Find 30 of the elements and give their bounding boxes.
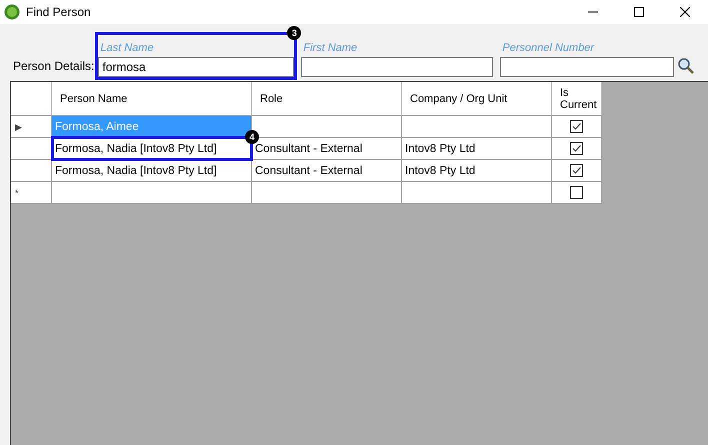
- field-label: Last Name: [100, 42, 155, 54]
- column-header[interactable]: Is Current: [552, 82, 602, 116]
- app-logo-icon: [4, 4, 20, 20]
- step-badge: 3: [287, 26, 302, 40]
- close-icon[interactable]: [680, 7, 690, 17]
- window-title: Find Person: [26, 5, 92, 19]
- table-cell: Intov8 Pty Ltd: [402, 160, 552, 182]
- column-header[interactable]: Role: [252, 82, 402, 116]
- table-cell: Consultant - External: [252, 160, 402, 182]
- checkbox[interactable]: [570, 142, 583, 155]
- table-cell: Formosa, Nadia [Intov8 Pty Ltd]: [52, 160, 252, 182]
- corner-header[interactable]: [11, 82, 52, 116]
- search-icon[interactable]: [677, 57, 696, 75]
- column-header[interactable]: Person Name: [52, 82, 252, 116]
- field-label: Personnel Number: [502, 42, 596, 54]
- column-header[interactable]: Company / Org Unit: [402, 82, 552, 116]
- maximize-icon[interactable]: [634, 7, 644, 17]
- field-label: First Name: [303, 42, 358, 54]
- checkbox[interactable]: [570, 164, 583, 177]
- input-field[interactable]: [500, 57, 674, 77]
- checkbox[interactable]: [570, 120, 583, 133]
- person-details-label: Person Details:: [13, 59, 94, 73]
- row-indicator: *: [15, 188, 19, 198]
- input-field[interactable]: formosa: [98, 57, 294, 77]
- row-header[interactable]: *: [11, 182, 52, 204]
- table-cell: Intov8 Pty Ltd: [402, 138, 552, 160]
- row-indicator: ▶: [15, 122, 22, 132]
- checkbox[interactable]: [570, 186, 583, 199]
- row-header[interactable]: ▶: [11, 116, 52, 138]
- input-field[interactable]: [301, 57, 494, 77]
